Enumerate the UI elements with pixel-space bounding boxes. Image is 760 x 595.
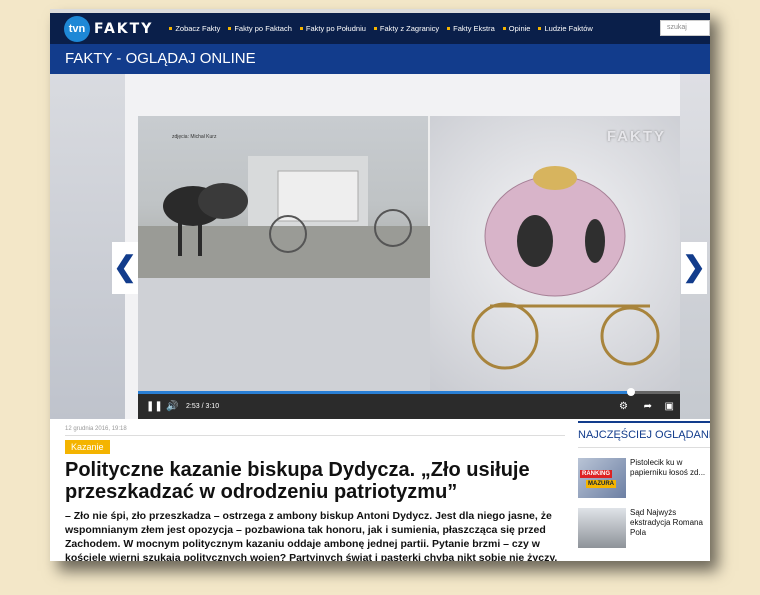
progress-bar[interactable]	[138, 388, 680, 396]
article-date: 12 grudnia 2016, 19:18	[65, 426, 565, 436]
nav-menu: Zobacz Fakty Fakty po Faktach Fakty po P…	[169, 24, 601, 33]
sidebar-thumbnail: RANKING MAZURA	[578, 458, 626, 498]
fakty-logo-text: FAKTY	[94, 20, 154, 37]
mazura-badge: MAZURA	[586, 480, 616, 488]
sidebar-item[interactable]: Sąd Najwyżs ekstradycja Romana Pola	[578, 508, 710, 548]
sidebar-title: NAJCZĘŚCIEJ OGLĄDANE	[578, 421, 710, 448]
nav-item-ludzie-faktow[interactable]: Ludzie Faktów	[538, 24, 592, 33]
nav-item-opinie[interactable]: Opinie	[503, 24, 531, 33]
sidebar-thumbnail	[578, 508, 626, 548]
browser-page: tvn FAKTY Zobacz Fakty Fakty po Faktach …	[50, 9, 710, 561]
share-icon[interactable]: ➦	[644, 401, 652, 412]
time-readout: 2:53 / 3:10	[186, 403, 220, 410]
pause-icon[interactable]: ❚❚	[146, 401, 163, 412]
video-carousel: zdjęcia: Michał Kurz FAKTY ❚❚ 🔊 2:53 / 3…	[50, 74, 710, 419]
nav-item-fakty-z-zagranicy[interactable]: Fakty z Zagranicy	[374, 24, 439, 33]
video-frame-carriage-photo	[138, 116, 430, 278]
fullscreen-icon[interactable]: ▣	[665, 401, 674, 412]
video-player[interactable]: zdjęcia: Michał Kurz FAKTY ❚❚ 🔊 2:53 / 3…	[138, 116, 680, 419]
nav-item-zobacz-fakty[interactable]: Zobacz Fakty	[169, 24, 220, 33]
page-title: FAKTY - OGLĄDAJ ONLINE	[50, 44, 710, 74]
main-navbar: tvn FAKTY Zobacz Fakty Fakty po Faktach …	[50, 13, 710, 44]
settings-gear-icon[interactable]: ⚙	[619, 401, 628, 412]
volume-icon[interactable]: 🔊	[166, 401, 178, 412]
fakty-watermark: FAKTY	[606, 128, 666, 145]
nav-item-fakty-ekstra[interactable]: Fakty Ekstra	[447, 24, 495, 33]
nav-item-fakty-po-poludniu[interactable]: Fakty po Południu	[300, 24, 366, 33]
sidebar-item-text: Sąd Najwyżs ekstradycja Romana Pola	[630, 508, 703, 537]
player-controls: ❚❚ 🔊 2:53 / 3:10 ⚙ ➦ ▣	[138, 388, 680, 419]
article: 12 grudnia 2016, 19:18 Kazanie Polityczn…	[65, 426, 565, 561]
article-lead: – Zło nie śpi, zło przeszkadza – ostrzeg…	[65, 510, 558, 561]
progress-fill	[138, 391, 632, 394]
progress-knob[interactable]	[627, 388, 636, 396]
chevron-right-icon[interactable]: ❯	[681, 242, 707, 294]
most-viewed-sidebar: NAJCZĘŚCIEJ OGLĄDANE RANKING MAZURA Pist…	[578, 421, 710, 548]
video-frame-pumpkin-carriage: FAKTY	[430, 116, 680, 391]
article-headline[interactable]: Polityczne kazanie biskupa Dydycza. „Zło…	[65, 459, 565, 503]
photo-credit: zdjęcia: Michał Kurz	[172, 134, 217, 140]
tvn-logo-icon: tvn	[64, 15, 90, 42]
chevron-left-icon[interactable]: ❮	[112, 242, 138, 294]
sidebar-item-text: Pistolecik ku w papierniku łosoś zd...	[630, 458, 706, 477]
article-tag[interactable]: Kazanie	[65, 440, 110, 454]
sidebar-item[interactable]: RANKING MAZURA Pistolecik ku w papiernik…	[578, 458, 710, 498]
site-logo[interactable]: tvn FAKTY	[64, 15, 154, 42]
nav-item-fakty-po-faktach[interactable]: Fakty po Faktach	[228, 24, 292, 33]
search-input[interactable]: szukaj	[660, 20, 710, 36]
pumpkin-carriage-illustration	[471, 166, 660, 370]
horse-carriage-illustration	[138, 156, 430, 278]
ranking-badge: RANKING	[580, 470, 612, 478]
